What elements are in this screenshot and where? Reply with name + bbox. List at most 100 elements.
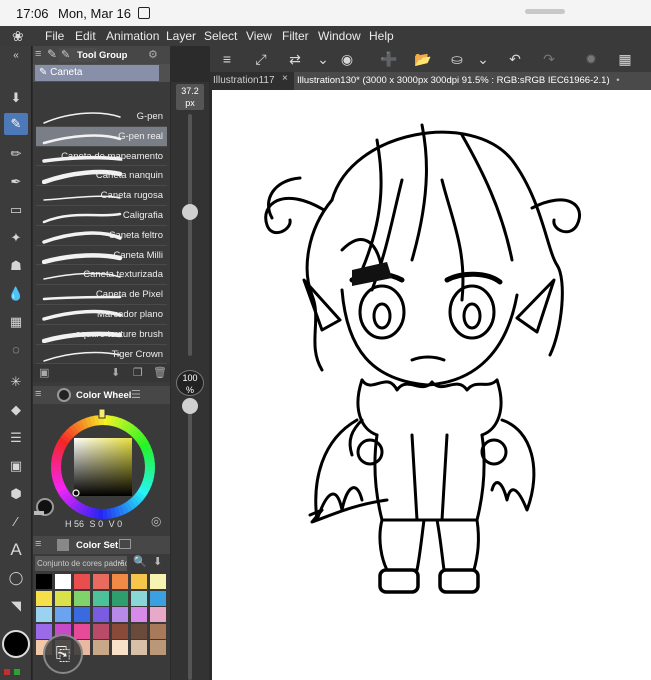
undo-gesture-icon[interactable]: ⎘ bbox=[43, 634, 83, 674]
color-swatch[interactable] bbox=[93, 574, 109, 589]
color-swatch[interactable] bbox=[36, 607, 52, 622]
stamp-tool-icon[interactable]: ☗ bbox=[4, 255, 28, 277]
line-tool-icon[interactable]: ∕ bbox=[4, 511, 28, 533]
color-swatch[interactable] bbox=[150, 640, 166, 655]
color-swatch[interactable] bbox=[36, 623, 52, 639]
menu-window[interactable]: Window bbox=[318, 29, 361, 43]
brush-item[interactable]: Caneta texturizada bbox=[36, 265, 167, 286]
menu-icon[interactable]: ≡ bbox=[35, 388, 41, 400]
text-tool-icon[interactable]: A bbox=[4, 539, 28, 561]
color-swatch[interactable] bbox=[55, 590, 71, 606]
group-name-field[interactable]: ✎ Caneta bbox=[35, 65, 159, 81]
brush-item[interactable]: Caneta Milli bbox=[36, 246, 167, 266]
fill-tool-icon[interactable]: ◆ bbox=[4, 399, 28, 421]
pen-tool-icon[interactable]: ✎ bbox=[4, 113, 28, 135]
color-wheel-title[interactable]: Color Wheel bbox=[76, 390, 131, 401]
tab-tool-group[interactable]: Tool Group bbox=[77, 50, 127, 61]
menu-edit[interactable]: Edit bbox=[75, 29, 96, 43]
drawing-canvas[interactable] bbox=[212, 90, 651, 680]
tab-illustration130[interactable]: Illustration130* (3000 x 3000px 300dpi 9… bbox=[294, 72, 651, 90]
brush-item[interactable]: Caneta nanquin bbox=[36, 166, 167, 187]
chevron-down-icon[interactable]: ⌄ bbox=[474, 50, 492, 68]
duplicate-icon[interactable]: ❐ bbox=[133, 366, 143, 379]
layers-icon[interactable]: ▦ bbox=[616, 50, 634, 68]
color-swatch[interactable] bbox=[112, 590, 128, 606]
brush-size-track[interactable] bbox=[188, 114, 192, 356]
color-swatch[interactable] bbox=[150, 574, 166, 589]
color-swatch[interactable] bbox=[112, 640, 128, 655]
brush-item[interactable]: Caligrafia bbox=[36, 206, 167, 226]
menu-animation[interactable]: Animation bbox=[106, 29, 159, 43]
brush-item[interactable]: Tiger Crown bbox=[36, 345, 167, 365]
blend-tool-icon[interactable]: 💧 bbox=[4, 283, 28, 305]
brush-item[interactable]: square texture brush bbox=[36, 325, 167, 345]
color-swatch[interactable] bbox=[74, 590, 90, 606]
gradient-tool-icon[interactable]: ▣ bbox=[4, 455, 28, 477]
color-swatch[interactable] bbox=[131, 574, 147, 589]
settings-icon[interactable]: ☰ bbox=[131, 388, 141, 401]
folder-icon[interactable]: 📂 bbox=[414, 50, 432, 68]
color-swatch[interactable] bbox=[112, 607, 128, 622]
3d-cube-icon[interactable]: ⬢ bbox=[4, 483, 28, 505]
search-icon[interactable]: 🔍 bbox=[133, 555, 147, 568]
menu-select[interactable]: Select bbox=[204, 29, 237, 43]
color-swatch[interactable] bbox=[131, 590, 147, 606]
swap-icon[interactable] bbox=[34, 511, 44, 515]
menu-file[interactable]: File bbox=[45, 29, 64, 43]
menu-layer[interactable]: Layer bbox=[166, 29, 196, 43]
color-swatch[interactable] bbox=[74, 574, 90, 589]
chevron-down-icon[interactable]: ⌄ bbox=[314, 50, 332, 68]
brush-item[interactable]: Caneta rugosa bbox=[36, 186, 167, 206]
color-swatch[interactable] bbox=[150, 607, 166, 622]
color-swatch[interactable] bbox=[36, 574, 52, 589]
color-swatch[interactable] bbox=[131, 623, 147, 639]
color-icon[interactable]: ◉ bbox=[338, 50, 356, 68]
balloon-tool-icon[interactable]: ◯ bbox=[4, 567, 28, 589]
color-swatch[interactable] bbox=[93, 623, 109, 639]
color-swatch[interactable] bbox=[74, 607, 90, 622]
color-swatch[interactable] bbox=[74, 623, 90, 639]
layer-icon[interactable] bbox=[119, 539, 131, 549]
save-icon[interactable]: ⛀ bbox=[448, 50, 466, 68]
redo-icon[interactable]: ↷ bbox=[540, 50, 558, 68]
opacity-readout[interactable]: 100 % bbox=[176, 370, 204, 396]
lines-tool-icon[interactable]: ☰ bbox=[4, 427, 28, 449]
collapse-icon[interactable]: « bbox=[4, 50, 28, 62]
menu-view[interactable]: View bbox=[246, 29, 272, 43]
color-swatch[interactable] bbox=[150, 590, 166, 606]
color-swatch[interactable] bbox=[55, 607, 71, 622]
color-set-title[interactable]: Color Set bbox=[76, 540, 118, 551]
hue-marker[interactable] bbox=[98, 408, 106, 419]
opacity-track[interactable] bbox=[188, 400, 192, 680]
eraser-tool-icon[interactable]: ▭ bbox=[4, 199, 28, 221]
palette-select[interactable]: Conjunto de cores padrão bbox=[35, 556, 127, 571]
menu-icon[interactable]: ≡ bbox=[35, 48, 41, 60]
undo-icon[interactable]: ↶ bbox=[506, 50, 524, 68]
sparkle-tool-icon[interactable]: ✦ bbox=[4, 227, 28, 249]
color-swatch[interactable] bbox=[131, 640, 147, 655]
color-swatch[interactable] bbox=[55, 574, 71, 589]
color-swatch[interactable] bbox=[112, 623, 128, 639]
color-swatch[interactable] bbox=[93, 607, 109, 622]
brush-size-knob[interactable] bbox=[182, 203, 198, 220]
color-mode-icon[interactable]: ◎ bbox=[151, 514, 161, 528]
color-swatch[interactable] bbox=[112, 574, 128, 589]
new-file-icon[interactable]: ➕ bbox=[380, 50, 398, 68]
menu-icon[interactable]: ≡ bbox=[35, 538, 41, 550]
color-swatch[interactable] bbox=[131, 607, 147, 622]
color-swatch[interactable] bbox=[36, 590, 52, 606]
settings-icon[interactable]: ▣ bbox=[39, 366, 49, 379]
color-swatch[interactable] bbox=[93, 590, 109, 606]
trash-icon[interactable]: 🗑 bbox=[153, 366, 167, 379]
pencil-tool-icon[interactable]: ✏ bbox=[4, 143, 28, 165]
hamburger-icon[interactable]: ≡ bbox=[218, 50, 236, 68]
opacity-knob[interactable] bbox=[182, 398, 198, 414]
main-color-indicator[interactable] bbox=[2, 630, 30, 658]
brush-item[interactable]: Marcador plano bbox=[36, 305, 167, 325]
brush-size-readout[interactable]: 37.2 px bbox=[176, 84, 204, 110]
transform-icon[interactable]: ⇄ bbox=[286, 50, 304, 68]
lasso-tool-icon[interactable]: ◌ bbox=[4, 339, 28, 361]
settings-icon[interactable]: ⚙ bbox=[148, 48, 158, 61]
color-swatch[interactable] bbox=[150, 623, 166, 639]
close-icon[interactable]: × bbox=[282, 73, 288, 84]
